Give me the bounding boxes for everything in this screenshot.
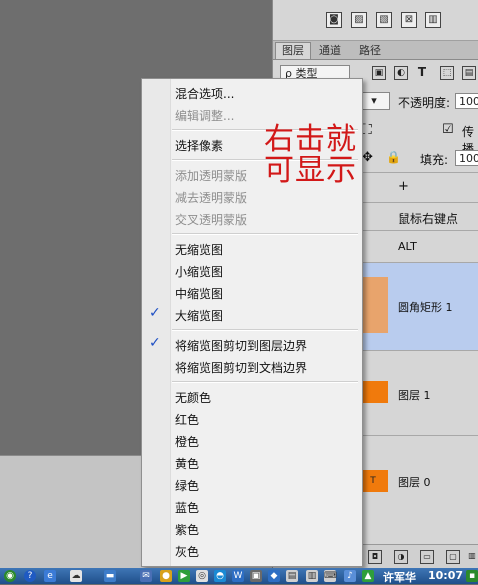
tray-icon-1[interactable]: ▣ bbox=[250, 570, 262, 582]
layer-name: 图层 1 bbox=[398, 389, 431, 402]
network-icon[interactable]: ▲ bbox=[362, 570, 374, 582]
tray-icon-4[interactable]: ▥ bbox=[306, 570, 318, 582]
tray-icon-2[interactable]: ◆ bbox=[268, 570, 280, 582]
annotation-line-1: 右击就 bbox=[264, 122, 357, 157]
layer-group-row[interactable]: + bbox=[358, 172, 478, 203]
menu-item-add-transparency-mask[interactable]: 添加透明蒙版 bbox=[175, 167, 247, 184]
menu-item-intersect-transparency-mask[interactable]: 交叉透明蒙版 bbox=[175, 211, 247, 228]
folder-taskbar-icon[interactable]: ▬ bbox=[104, 570, 116, 582]
folder-icon[interactable]: ▭ bbox=[420, 550, 434, 564]
lock-transparent-icon[interactable]: ⛶ bbox=[362, 122, 372, 138]
menu-separator bbox=[172, 233, 358, 235]
menu-item-clip-to-layer-bounds[interactable]: 将缩览图剪切到图层边界 bbox=[175, 337, 307, 354]
cloud-icon[interactable]: ☁ bbox=[70, 570, 82, 582]
menu-item-medium-thumbnails[interactable]: 中缩览图 bbox=[175, 285, 223, 302]
opacity-label: 不透明度: bbox=[398, 96, 451, 110]
layer-row-layer1[interactable]: 图层 1 bbox=[358, 350, 478, 436]
tray-edge-icon[interactable]: ▪ bbox=[466, 570, 478, 582]
menu-item-large-thumbnails[interactable]: 大缩览图 bbox=[175, 307, 223, 324]
start-orb-icon[interactable]: ◉ bbox=[4, 570, 16, 582]
check-icon: ✓ bbox=[149, 335, 161, 351]
menu-item-violet[interactable]: 紫色 bbox=[175, 521, 199, 538]
smart-filter-icon[interactable]: ▤ bbox=[462, 66, 476, 80]
messenger-icon[interactable]: ● bbox=[160, 570, 172, 582]
layer-name: 圆角矩形 1 bbox=[398, 301, 453, 314]
opacity-field[interactable]: 100% bbox=[455, 93, 478, 109]
menu-item-yellow[interactable]: 黄色 bbox=[175, 455, 199, 472]
trash-icon[interactable]: ▥ bbox=[466, 550, 478, 562]
adjustments-strip: ◙ ▨ ▧ ⊠ ▥ bbox=[273, 0, 478, 41]
panel-tabs: 图层 通道 路径 bbox=[273, 41, 478, 60]
volume-icon[interactable]: ♪ bbox=[344, 570, 356, 582]
keyboard-icon[interactable]: ⌨ bbox=[324, 570, 337, 582]
menu-item-blue[interactable]: 蓝色 bbox=[175, 499, 199, 516]
check-icon: ✓ bbox=[149, 305, 161, 321]
image-filter-icon[interactable]: ▣ bbox=[372, 66, 386, 80]
adjust-icon-4[interactable]: ⊠ bbox=[401, 12, 417, 28]
app-icon[interactable]: ◎ bbox=[196, 570, 208, 582]
annotation-text: 右击就 可显示 bbox=[264, 124, 357, 186]
menu-separator bbox=[172, 329, 358, 331]
tray-icon-3[interactable]: ▤ bbox=[286, 570, 298, 582]
annotation-line-2: 可显示 bbox=[264, 153, 357, 188]
menu-item-edit-adjustment[interactable]: 编辑调整... bbox=[175, 107, 234, 124]
adjust-filter-icon[interactable]: ◐ bbox=[394, 66, 408, 80]
shape-filter-icon[interactable]: ⬚ bbox=[440, 66, 454, 80]
windows-taskbar: ◉ ? e ☁ ▬ ✉ ● ▶ ◎ ◓ W ▣ ◆ ▤ ▥ ⌨ ♪ ▲ 许军华 … bbox=[0, 568, 478, 584]
fill-field[interactable]: 100% bbox=[455, 150, 478, 166]
layer-row-rounded-rect[interactable]: 圆角矩形 1 bbox=[358, 262, 478, 351]
menu-item-select-pixels[interactable]: 选择像素 bbox=[175, 137, 223, 154]
menu-item-no-thumbnails[interactable]: 无缩览图 bbox=[175, 241, 223, 258]
tab-layers[interactable]: 图层 bbox=[275, 42, 311, 59]
qq-icon[interactable]: ◓ bbox=[214, 570, 226, 582]
alt-label: ALT bbox=[398, 240, 417, 253]
move-lock-icon[interactable]: ✥ bbox=[362, 150, 373, 165]
lock-icon[interactable]: 🔒 bbox=[386, 150, 401, 164]
propagate-checkbox[interactable]: ☑ bbox=[442, 122, 454, 137]
menu-item-subtract-transparency-mask[interactable]: 减去透明蒙版 bbox=[175, 189, 247, 206]
menu-item-red[interactable]: 红色 bbox=[175, 411, 199, 428]
menu-item-gray[interactable]: 灰色 bbox=[175, 543, 199, 560]
menu-item-blending-options[interactable]: 混合选项... bbox=[175, 85, 234, 102]
menu-gutter bbox=[142, 79, 171, 566]
mail-icon[interactable]: ✉ bbox=[140, 570, 152, 582]
clock: 10:07 bbox=[428, 569, 464, 582]
word-icon[interactable]: W bbox=[232, 570, 244, 582]
adjust-icon-2[interactable]: ▨ bbox=[351, 12, 367, 28]
tab-paths[interactable]: 路径 bbox=[353, 43, 387, 59]
adjust-icon-1[interactable]: ◙ bbox=[326, 12, 342, 28]
type-filter-icon[interactable]: T bbox=[416, 66, 428, 78]
adjust-icon-3[interactable]: ▧ bbox=[376, 12, 392, 28]
media-icon[interactable]: ▶ bbox=[178, 570, 190, 582]
layers-bottom-bar: ◘ ◑ ▭ ▢ ▥ bbox=[358, 544, 478, 569]
adjust-icon-5[interactable]: ▥ bbox=[425, 12, 441, 28]
plus-icon[interactable]: + bbox=[398, 179, 409, 194]
menu-separator bbox=[172, 381, 358, 383]
tab-channels[interactable]: 通道 bbox=[313, 43, 347, 59]
menu-item-no-color[interactable]: 无颜色 bbox=[175, 389, 211, 406]
menu-item-green[interactable]: 绿色 bbox=[175, 477, 199, 494]
adjustment-layer-icon[interactable]: ◑ bbox=[394, 550, 408, 564]
ie-icon[interactable]: e bbox=[44, 570, 56, 582]
help-icon[interactable]: ? bbox=[24, 570, 36, 582]
new-layer-icon[interactable]: ▢ bbox=[446, 550, 460, 564]
layer-row-layer0[interactable]: T 图层 0 bbox=[358, 435, 478, 545]
add-mask-icon[interactable]: ◘ bbox=[368, 550, 382, 564]
menu-item-clip-to-document-bounds[interactable]: 将缩览图剪切到文档边界 bbox=[175, 359, 307, 376]
layer-name: 图层 0 bbox=[398, 476, 431, 489]
menu-item-orange[interactable]: 橙色 bbox=[175, 433, 199, 450]
alt-row: ALT bbox=[358, 230, 478, 263]
menu-item-small-thumbnails[interactable]: 小缩览图 bbox=[175, 263, 223, 280]
fill-label: 填充: bbox=[420, 153, 449, 167]
username: 许军华 bbox=[383, 571, 416, 584]
layer-hint-row[interactable]: 鼠标右键点图... bbox=[358, 202, 478, 243]
